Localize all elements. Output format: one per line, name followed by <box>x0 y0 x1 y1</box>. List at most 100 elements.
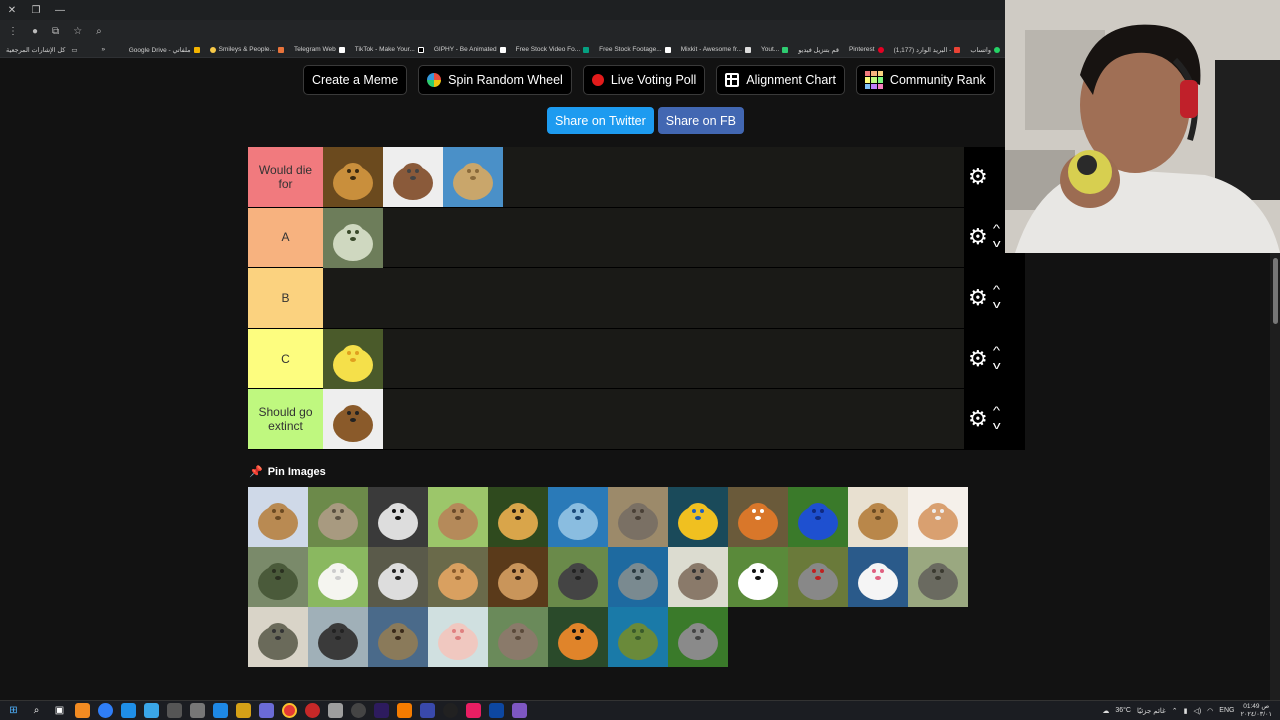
snake-image[interactable] <box>323 207 383 268</box>
hamster-image[interactable] <box>908 487 968 547</box>
chevron-down-icon[interactable]: v <box>993 360 1001 372</box>
bookmark-item[interactable]: Telegram Web <box>289 46 350 53</box>
scrollbar-thumb[interactable] <box>1273 258 1278 324</box>
menu-dots-icon[interactable]: ⋮ <box>8 26 18 37</box>
monkey-image[interactable] <box>488 607 548 667</box>
parrot-image[interactable] <box>788 547 848 607</box>
app-icon[interactable] <box>351 703 366 718</box>
task-view-icon[interactable]: ▣ <box>52 703 67 718</box>
bookmarks-overflow-icon[interactable]: » <box>102 46 106 53</box>
bookmark-star-icon[interactable]: ☆ <box>73 26 82 37</box>
tier-label[interactable]: A <box>248 207 323 268</box>
language-indicator[interactable]: ENG <box>1219 707 1234 714</box>
create-meme-button[interactable]: Create a Meme <box>303 65 408 95</box>
pushpin-icon[interactable]: 📌 <box>249 465 263 478</box>
tier-drop-zone[interactable] <box>323 328 964 389</box>
extensions-icon[interactable]: ⧉ <box>52 26 59 37</box>
share-twitter-button[interactable]: Share on Twitter <box>547 107 654 134</box>
sea-turtle-image[interactable] <box>608 607 668 667</box>
profile-icon[interactable]: ● <box>32 26 38 37</box>
restore-window-icon[interactable]: ❐ <box>24 5 48 16</box>
chrome-icon[interactable] <box>282 703 297 718</box>
chevron-up-icon[interactable]: ^ <box>993 284 1001 296</box>
clock[interactable]: 01:49 ص ٢٠٢٤/٠٣/٠١ <box>1240 703 1272 719</box>
live-voting-button[interactable]: Live Voting Poll <box>582 65 706 95</box>
bookmark-item[interactable]: واتساب <box>965 46 1005 54</box>
iguana-image[interactable] <box>248 547 308 607</box>
lamb-image[interactable] <box>308 547 368 607</box>
chevron-up-icon[interactable]: ^ <box>993 224 1001 235</box>
tier-label[interactable]: B <box>248 268 323 328</box>
share-facebook-button[interactable]: Share on FB <box>657 107 744 134</box>
lion-image[interactable] <box>323 147 383 207</box>
gorilla-image[interactable] <box>548 547 608 607</box>
app-icon[interactable] <box>397 703 412 718</box>
seal-image[interactable] <box>608 547 668 607</box>
chevron-down-icon[interactable]: v <box>993 239 1001 250</box>
gear-icon[interactable]: ⚙ <box>968 286 988 309</box>
steam-icon[interactable] <box>167 703 182 718</box>
axolotl-image[interactable] <box>428 607 488 667</box>
chevron-down-icon[interactable]: v <box>993 299 1001 311</box>
bookmark-item[interactable]: (1,177) البريد الوارد - <box>889 46 966 54</box>
bookmark-item[interactable]: TikTok - Make Your... <box>350 46 429 53</box>
tier-label[interactable]: Would die for <box>248 147 323 207</box>
app-icon[interactable] <box>443 703 458 718</box>
spin-wheel-button[interactable]: Spin Random Wheel <box>418 65 572 95</box>
roadrunner-image[interactable] <box>248 607 308 667</box>
bookmark-item[interactable]: GIPHY - Be Animated <box>429 46 511 53</box>
liger-image[interactable] <box>428 547 488 607</box>
app-icon[interactable] <box>259 703 274 718</box>
app-icon[interactable] <box>305 703 320 718</box>
app-icon[interactable] <box>420 703 435 718</box>
horse-image[interactable] <box>383 147 443 207</box>
armadillo-image[interactable] <box>308 487 368 547</box>
owl-image[interactable] <box>668 547 728 607</box>
bookmark-item[interactable]: Yout... <box>756 46 793 53</box>
tropical-fish-image[interactable] <box>668 487 728 547</box>
bookmark-item[interactable]: قم بتنزيل فيديو <box>793 46 844 54</box>
fox-image[interactable] <box>728 487 788 547</box>
app-icon[interactable] <box>466 703 481 718</box>
chevron-up-icon[interactable]: ⌃ <box>1172 707 1178 715</box>
camel-image[interactable] <box>443 147 503 207</box>
sloth-image[interactable] <box>368 607 428 667</box>
bookmark-item[interactable]: Free Stock Footage... <box>594 46 676 53</box>
tier-drop-zone[interactable] <box>323 207 964 268</box>
wifi-icon[interactable]: ◠ <box>1207 707 1213 715</box>
sea-lion-image[interactable] <box>308 607 368 667</box>
minimize-window-icon[interactable]: — <box>48 5 72 16</box>
telegram-icon[interactable] <box>144 703 159 718</box>
microphone-icon[interactable]: ▮ <box>1184 707 1188 715</box>
app-icon[interactable] <box>236 703 251 718</box>
white-rat-image[interactable] <box>848 547 908 607</box>
wolf-image[interactable] <box>668 607 728 667</box>
bookmark-item[interactable]: Google Drive - ملفاتي <box>124 46 205 54</box>
photoshop-icon[interactable] <box>489 703 504 718</box>
alignment-chart-button[interactable]: Alignment Chart <box>716 65 845 95</box>
zoom-icon[interactable]: ⌕ <box>96 26 102 37</box>
weather-icon[interactable]: ☁ <box>1102 707 1109 715</box>
duckling-image[interactable] <box>323 328 383 389</box>
app-icon[interactable] <box>512 703 527 718</box>
chevron-down-icon[interactable]: v <box>993 421 1001 432</box>
all-bookmarks-link[interactable]: كل الإشارات المرجعية <box>6 46 65 54</box>
gear-icon[interactable]: ⚙ <box>968 165 988 188</box>
windows-start-icon[interactable]: ⊞ <box>6 703 21 718</box>
panda-image[interactable] <box>728 547 788 607</box>
bookmark-item[interactable]: Mixkit - Awesome fr... <box>676 46 756 53</box>
elephant-image[interactable] <box>608 487 668 547</box>
chevron-up-icon[interactable]: ^ <box>993 345 1001 357</box>
rabbit-image[interactable] <box>428 487 488 547</box>
dolphin-image[interactable] <box>548 487 608 547</box>
close-window-icon[interactable]: ✕ <box>0 5 24 16</box>
tiger-image[interactable] <box>548 607 608 667</box>
store-icon[interactable] <box>121 703 136 718</box>
gear-icon[interactable]: ⚙ <box>968 408 988 430</box>
tier-drop-zone[interactable] <box>323 147 964 207</box>
meerkats-image[interactable] <box>488 547 548 607</box>
poison-frog-image[interactable] <box>788 487 848 547</box>
community-rank-button[interactable]: Community Rank <box>855 65 995 95</box>
rhino-image[interactable] <box>908 547 968 607</box>
bookmark-item[interactable]: Smileys & People... <box>205 46 289 53</box>
